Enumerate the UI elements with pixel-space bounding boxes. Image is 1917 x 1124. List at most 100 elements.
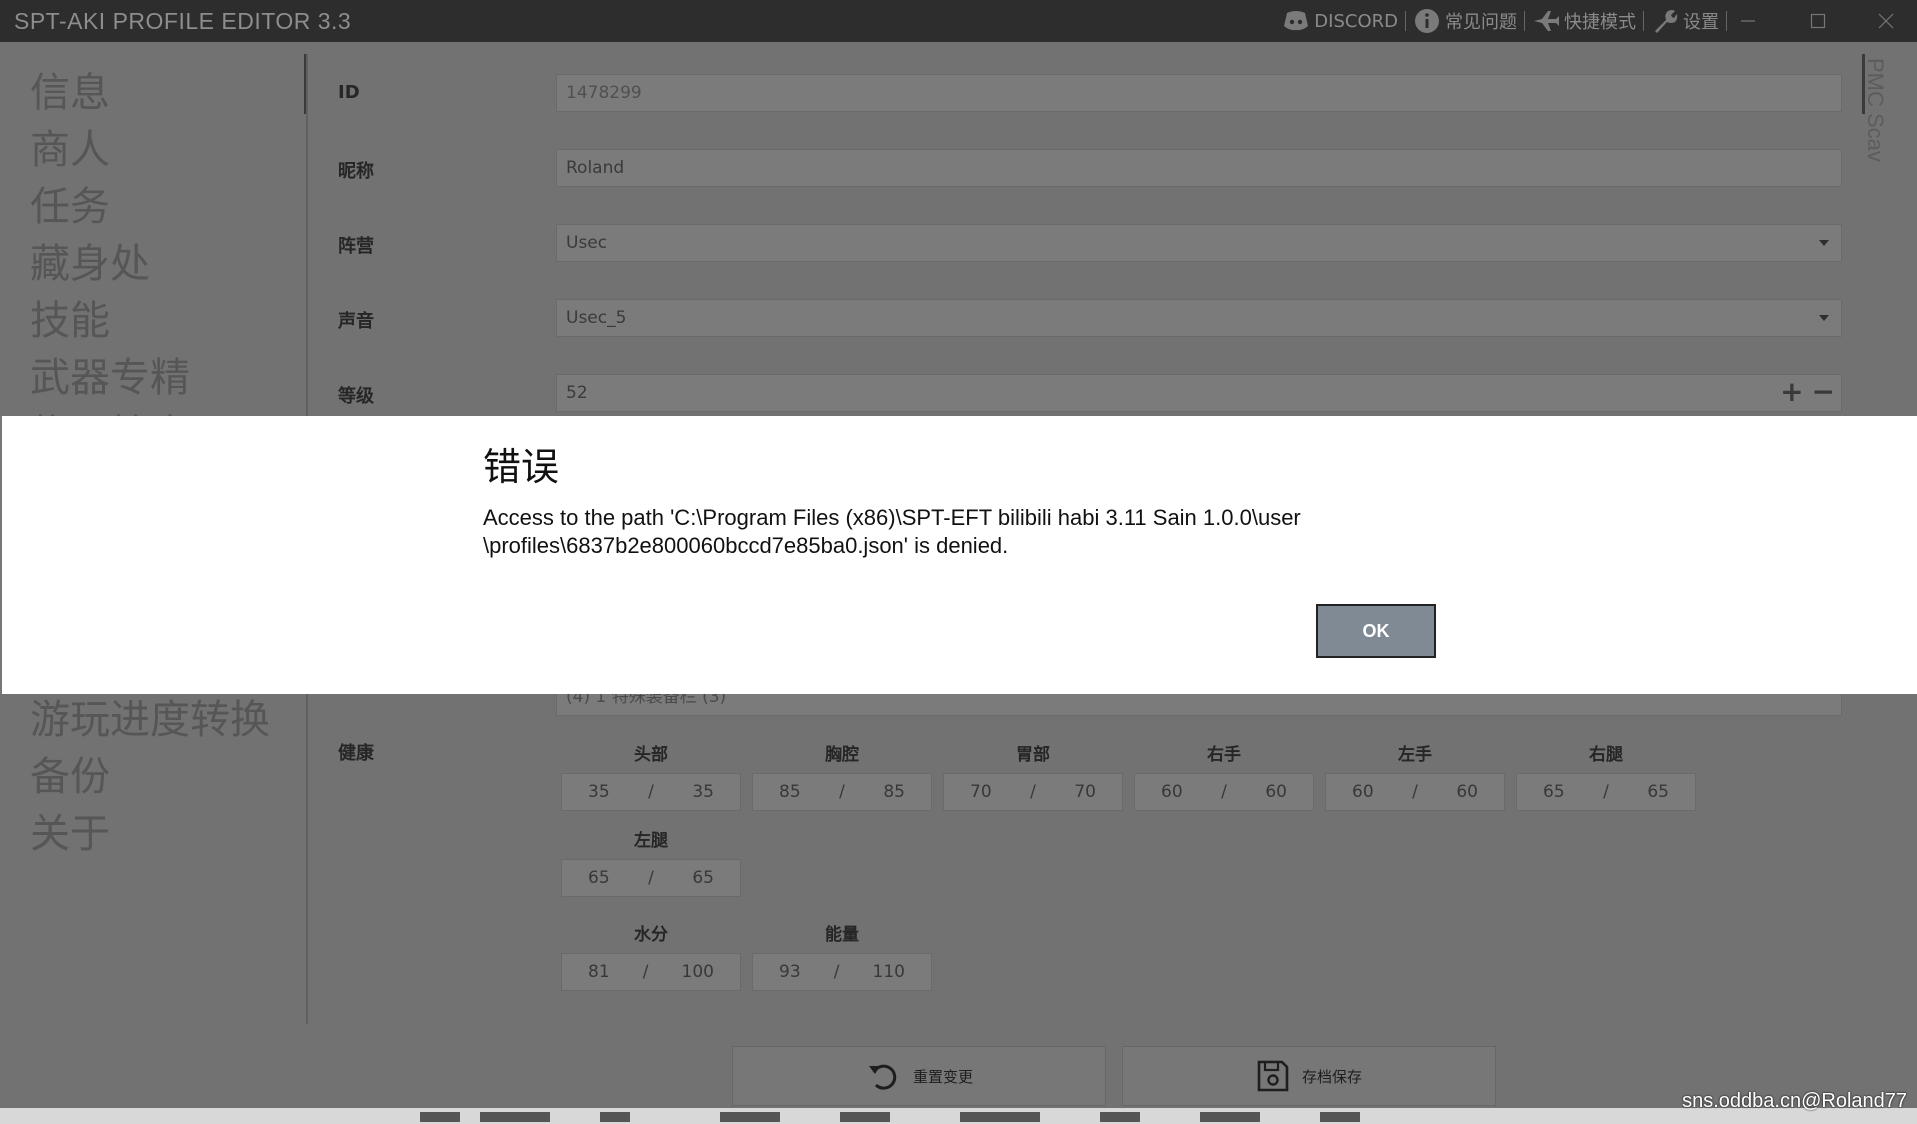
vital-max: 100 [681,962,714,982]
sidebar-selection-indicator [304,54,306,114]
sidebar-item-progress-transfer[interactable]: 游玩进度转换 [30,687,270,745]
slash: / [1221,782,1227,802]
health-current[interactable]: 85 [779,782,801,802]
faq-link[interactable]: 常见问题 [1410,7,1520,35]
slash: / [642,962,649,982]
health-head-box[interactable]: 35 / 35 [561,773,741,811]
health-max: 60 [1265,782,1287,802]
strip-block [960,1112,1040,1122]
health-stomach-box[interactable]: 70 / 70 [943,773,1123,811]
health-max: 35 [692,782,714,802]
minimize-icon [1741,20,1755,22]
sidebar-item-hideout[interactable]: 藏身处 [30,231,150,289]
health-current[interactable]: 70 [970,782,992,802]
discord-link[interactable]: DISCORD [1279,7,1401,35]
info-icon [1413,7,1441,35]
strip-block [480,1112,550,1122]
sidebar-item-mastering[interactable]: 武器专精 [30,345,190,403]
health-max: 65 [692,868,714,888]
slash: / [1412,782,1418,802]
save-button[interactable]: 存档保存 [1122,1046,1496,1106]
settings-link[interactable]: 设置 [1648,7,1722,35]
taskbar-strip [0,1108,1917,1124]
vital-current[interactable]: 81 [588,962,610,982]
health-max: 60 [1456,782,1478,802]
slash: / [648,868,654,888]
vital-current[interactable]: 93 [779,962,801,982]
energy-box[interactable]: 93 / 110 [752,953,932,991]
level-input[interactable]: 52 + − [556,374,1842,412]
reset-button[interactable]: 重置变更 [732,1046,1106,1106]
hydration-label: 水分 [634,925,668,945]
voice-select[interactable]: Usec_5 [556,299,1842,337]
sidebar-item-about[interactable]: 关于 [30,801,110,859]
strip-block [600,1112,630,1122]
health-right-leg-box[interactable]: 65 / 65 [1516,773,1696,811]
sidebar-item-traders[interactable]: 商人 [30,117,110,175]
level-value: 52 [566,383,588,403]
reset-label: 重置变更 [912,1067,973,1086]
slash: / [1030,782,1036,802]
wrench-icon [1651,7,1679,35]
health-left-leg-box[interactable]: 65 / 65 [561,859,741,897]
quick-mode-label: 快捷模式 [1564,12,1636,33]
health-current[interactable]: 65 [1543,782,1565,802]
health-current[interactable]: 65 [588,868,610,888]
voice-label: 声音 [338,311,374,332]
settings-label: 设置 [1683,12,1719,33]
chevron-down-icon [1819,315,1829,321]
sidebar-item-backup[interactable]: 备份 [30,744,110,802]
health-current[interactable]: 35 [588,782,610,802]
side-tabs[interactable]: PMC Scav [1862,54,1912,174]
strip-block [1100,1112,1140,1122]
plus-icon[interactable]: + [1780,378,1803,406]
save-label: 存档保存 [1301,1067,1362,1086]
ok-button[interactable]: OK [1316,604,1436,658]
strip-block [1200,1112,1260,1122]
level-stepper: + − [1780,378,1835,406]
strip-block [420,1112,460,1122]
hydration-box[interactable]: 81 / 100 [561,953,741,991]
error-dialog: 错误 Access to the path 'C:\Program Files … [0,416,1917,694]
pocket-select[interactable]: (4) 1 特殊装备栏 (3) [556,694,1842,716]
close-icon [1878,13,1894,29]
sidebar-item-info[interactable]: 信息 [30,60,110,118]
health-head-label: 头部 [634,745,668,765]
quick-mode-link[interactable]: 快捷模式 [1529,7,1639,35]
health-left-arm-box[interactable]: 60 / 60 [1325,773,1505,811]
vital-max: 110 [872,962,905,982]
faction-select[interactable]: Usec [556,224,1842,262]
id-field: 1478299 [556,74,1842,112]
health-max: 70 [1074,782,1096,802]
watermark: sns.oddba.cn@Roland77 [1682,1090,1907,1112]
health-right-leg-label: 右腿 [1589,745,1623,765]
maximize-icon [1810,13,1826,29]
dialog-title: 错误 [483,445,560,489]
energy-label: 能量 [825,925,859,945]
nickname-input[interactable]: Roland [556,149,1842,187]
title-bar: SPT-AKI PROFILE EDITOR 3.3 DISCORD 常见问题 … [0,0,1917,42]
sidebar-item-quests[interactable]: 任务 [30,174,110,232]
faction-label: 阵营 [338,236,374,257]
separator [1643,11,1644,31]
minimize-button[interactable] [1720,0,1776,42]
maximize-button[interactable] [1790,0,1846,42]
health-current[interactable]: 60 [1352,782,1374,802]
airplane-icon [1532,7,1560,35]
minus-icon[interactable]: − [1812,378,1835,406]
dialog-message: Access to the path 'C:\Program Files (x8… [483,505,1301,558]
nickname-label: 昵称 [338,161,374,182]
close-button[interactable] [1858,0,1914,42]
id-label: ID [338,82,360,103]
strip-block [1320,1112,1360,1122]
slash: / [833,962,840,982]
sidebar-item-skills[interactable]: 技能 [30,288,110,346]
health-chest-box[interactable]: 85 / 85 [752,773,932,811]
slash: / [648,782,654,802]
pocket-value: (4) 1 特殊装备栏 (3) [566,694,727,707]
health-label: 健康 [338,743,374,764]
health-left-arm-label: 左手 [1398,745,1432,765]
health-current[interactable]: 60 [1161,782,1183,802]
voice-value: Usec_5 [566,308,627,328]
health-right-arm-box[interactable]: 60 / 60 [1134,773,1314,811]
